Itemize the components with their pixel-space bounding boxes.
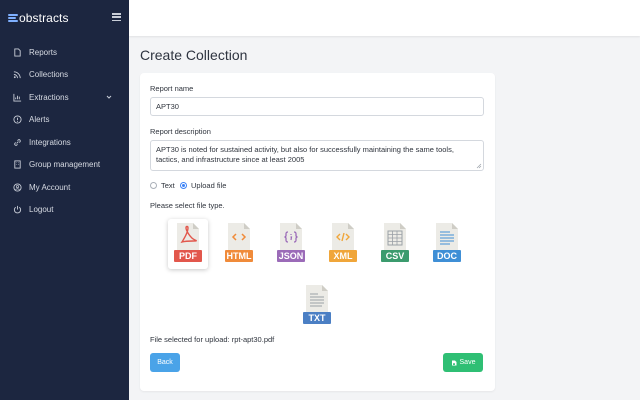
report-name-value: APT30 (156, 102, 179, 111)
file-type-xml[interactable]: XML (323, 219, 363, 269)
file-icon (13, 48, 22, 57)
file-type-label: TXT (303, 312, 331, 324)
file-type-txt[interactable]: TXT (297, 281, 337, 331)
report-description-label: Report description (150, 127, 211, 136)
report-name-label: Report name (150, 84, 194, 93)
html-file-icon (228, 223, 250, 251)
flask-icon (13, 93, 22, 102)
file-type-doc[interactable]: DOC (427, 219, 467, 269)
save-icon (451, 360, 457, 365)
report-name-input[interactable]: APT30 (150, 97, 484, 116)
sidebar-item-alerts[interactable]: Alerts (0, 109, 129, 132)
back-button-label: Back (157, 359, 173, 366)
radio-text[interactable] (150, 182, 157, 189)
power-icon (13, 205, 22, 214)
sidebar-item-my-account[interactable]: My Account (0, 176, 129, 199)
sidebar-item-label: Logout (29, 205, 54, 215)
report-description-line: APT30 is noted for sustained activity, b… (156, 145, 454, 154)
radio-upload-label: Upload file (191, 181, 227, 190)
link-icon (13, 138, 22, 147)
save-button-label: Save (459, 359, 476, 366)
save-button[interactable]: Save (443, 353, 483, 372)
radio-upload[interactable] (180, 182, 187, 189)
xml-file-icon (332, 223, 354, 251)
file-type-pdf[interactable]: PDF (168, 219, 208, 269)
back-button[interactable]: Back (150, 353, 180, 372)
radio-upload-option[interactable]: Upload file (180, 181, 226, 190)
sidebar: obstracts Reports Collections Extraction… (0, 0, 129, 400)
building-icon (13, 160, 22, 169)
file-type-label: HTML (225, 250, 253, 262)
sidebar-item-integrations[interactable]: Integrations (0, 131, 129, 154)
file-type-html[interactable]: HTML (219, 219, 259, 269)
sidebar-item-label: Group management (29, 160, 101, 170)
file-type-label: XML (329, 250, 357, 262)
report-description-line: tactics, and infrastructure since at lea… (156, 155, 305, 164)
resize-handle-icon[interactable] (476, 163, 482, 169)
logo-icon (8, 14, 18, 22)
json-file-icon (280, 223, 302, 251)
sidebar-item-label: Integrations (29, 137, 71, 147)
user-circle-icon (13, 183, 22, 192)
file-type-prompt: Please select file type. (150, 201, 225, 210)
file-type-label: JSON (277, 250, 305, 262)
sidebar-item-extractions[interactable]: Extractions (0, 86, 129, 109)
sidebar-item-label: Extractions (29, 92, 69, 102)
chevron-down-icon[interactable] (106, 94, 112, 100)
radio-text-label: Text (161, 181, 175, 190)
hamburger-menu-icon[interactable] (112, 13, 121, 21)
file-type-label: CSV (381, 250, 409, 262)
sidebar-item-label: My Account (29, 182, 71, 192)
file-type-label: PDF (174, 250, 202, 262)
sidebar-item-logout[interactable]: Logout (0, 199, 129, 222)
file-type-label: DOC (433, 250, 461, 262)
csv-file-icon (384, 223, 406, 251)
page-title: Create Collection (140, 47, 248, 63)
sidebar-item-label: Alerts (29, 115, 50, 125)
rss-icon (13, 70, 22, 79)
pdf-file-icon (177, 223, 199, 251)
sidebar-item-group-management[interactable]: Group management (0, 154, 129, 177)
sidebar-item-reports[interactable]: Reports (0, 41, 129, 64)
sidebar-item-collections[interactable]: Collections (0, 64, 129, 87)
report-description-textarea[interactable]: APT30 is noted for sustained activity, b… (150, 140, 484, 171)
file-type-json[interactable]: JSON (271, 219, 311, 269)
brand[interactable]: obstracts (0, 0, 129, 36)
sidebar-item-label: Collections (29, 70, 69, 80)
txt-file-icon (306, 285, 328, 313)
file-type-csv[interactable]: CSV (375, 219, 415, 269)
radio-text-option[interactable]: Text (150, 181, 175, 190)
brand-name: obstracts (19, 11, 69, 25)
exclamation-icon (13, 115, 22, 124)
file-selected-text: File selected for upload: rpt-apt30.pdf (150, 335, 275, 344)
doc-file-icon (436, 223, 458, 251)
sidebar-item-label: Reports (29, 47, 58, 57)
top-bar (129, 0, 640, 36)
sidebar-nav: Reports Collections Extractions Alerts I… (0, 41, 129, 221)
